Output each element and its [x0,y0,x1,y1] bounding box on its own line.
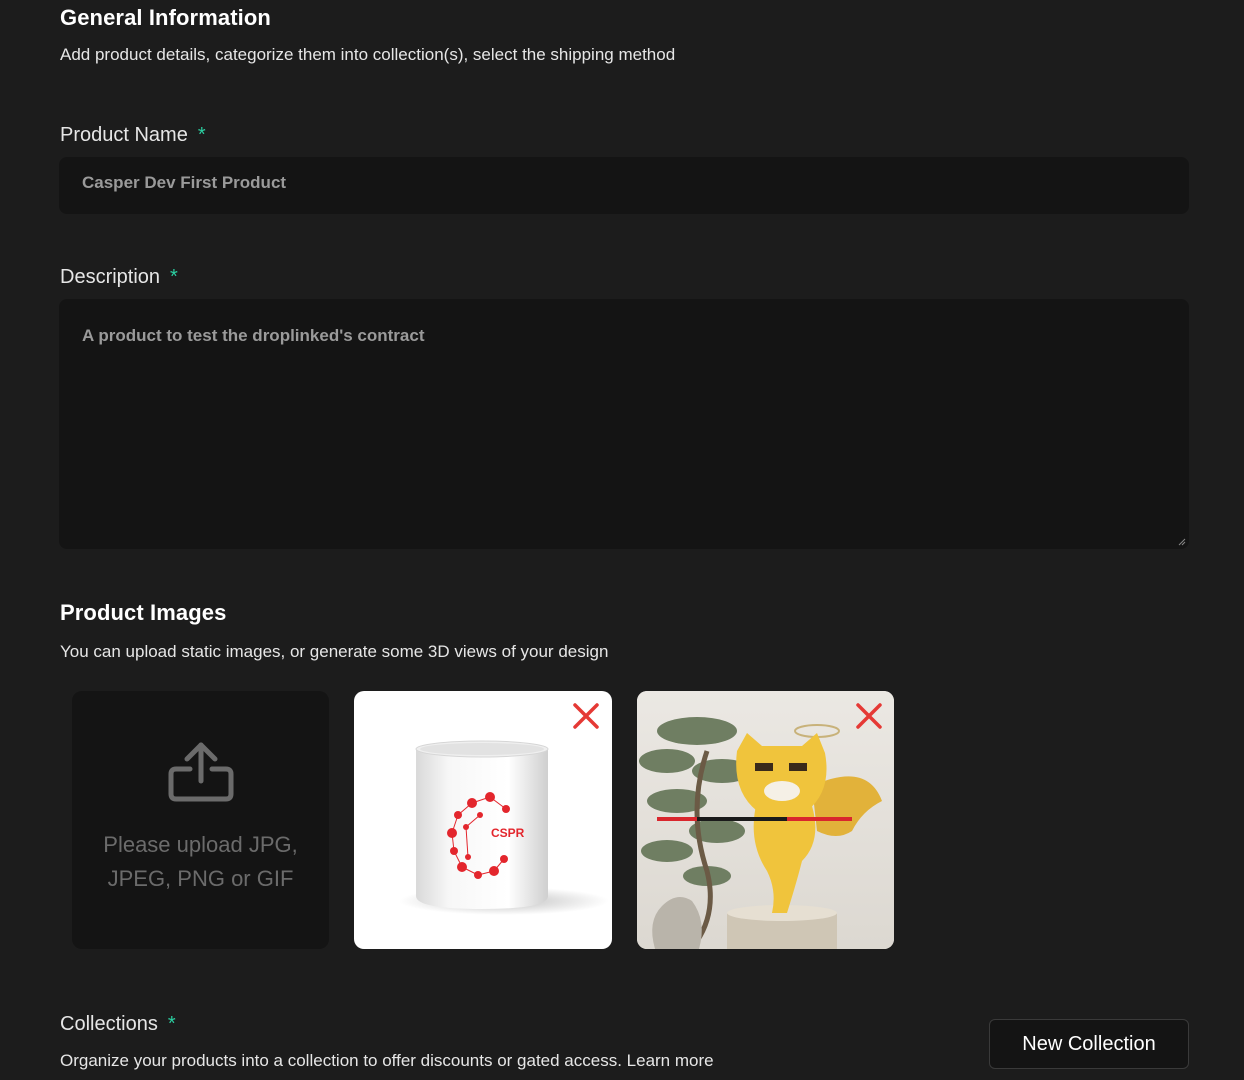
description-label-text: Description [60,266,161,288]
required-asterisk: * [197,124,206,146]
product-images-title: Product Images [60,600,227,625]
product-name-input[interactable]: Casper Dev First Product [59,157,1189,214]
collections-subtitle: Organize your products into a collection… [60,1051,714,1070]
description-value: A product to test the droplinked's contr… [82,326,425,345]
general-information-subtitle: Add product details, categorize them int… [60,45,676,64]
new-collection-button[interactable]: New Collection [989,1019,1189,1069]
product-image-tiger[interactable] [637,691,894,949]
remove-image-icon[interactable] [855,702,883,730]
collections-label: Collections * [60,1013,176,1036]
product-name-value: Casper Dev First Product [82,173,287,192]
image-upload-dropzone[interactable]: Please upload JPG, JPEG, PNG or GIF [72,691,329,949]
product-name-label: Product Name * [60,124,206,147]
general-information-title: General Information [60,5,271,30]
cspr-logo-text: CSPR [491,826,525,840]
upload-instructions: Please upload JPG, JPEG, PNG or GIF [103,832,298,891]
product-images-subtitle: You can upload static images, or generat… [60,642,609,661]
remove-image-icon[interactable] [572,702,600,730]
required-asterisk: * [170,266,178,288]
collections-label-text: Collections [60,1013,158,1035]
product-name-label-text: Product Name [60,124,188,146]
resize-handle-icon[interactable] [1178,538,1186,546]
required-asterisk: * [167,1013,176,1035]
upload-icon [168,742,234,802]
description-textarea[interactable]: A product to test the droplinked's contr… [59,299,1189,549]
description-label: Description * [60,266,178,289]
product-image-mug[interactable]: CSPR [354,691,612,949]
